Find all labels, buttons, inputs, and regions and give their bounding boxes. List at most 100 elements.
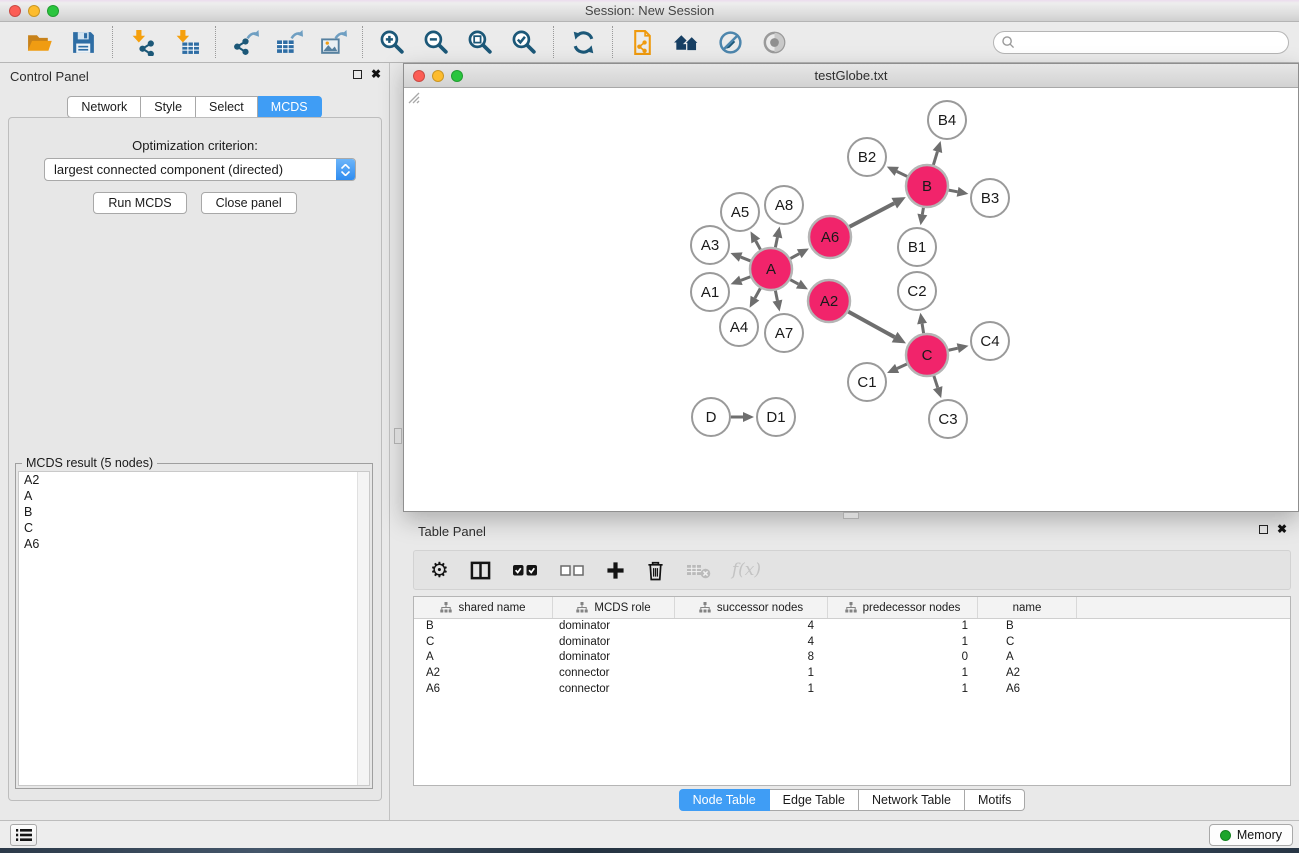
column-header-successor-nodes[interactable]: successor nodes — [675, 597, 828, 618]
graph-node-D1[interactable]: D1 — [757, 398, 795, 436]
graph-edge-A-A6[interactable] — [790, 248, 809, 258]
graph-node-D[interactable]: D — [692, 398, 730, 436]
graph-edge-C-C3[interactable] — [933, 376, 943, 398]
graph-node-B2[interactable]: B2 — [848, 138, 886, 176]
checked-boxes-button[interactable] — [512, 563, 539, 578]
graph-edge-A-A5[interactable] — [751, 231, 761, 249]
cell-MCDS-role[interactable]: dominator — [553, 635, 675, 651]
column-header-name[interactable]: name — [978, 597, 1077, 618]
tab-select[interactable]: Select — [196, 96, 258, 118]
table-row[interactable]: Cdominator41C — [414, 635, 1290, 651]
cell-predecessor-nodes[interactable]: 1 — [828, 635, 978, 651]
graph-node-C4[interactable]: C4 — [971, 322, 1009, 360]
graph-edge-A-A4[interactable] — [750, 288, 761, 307]
task-history-button[interactable] — [10, 824, 37, 846]
graph-edge-A-A7[interactable] — [773, 291, 783, 312]
tab-style[interactable]: Style — [141, 96, 196, 118]
cell-empty[interactable] — [1077, 635, 1290, 651]
column-header-shared-name[interactable]: shared name — [414, 597, 553, 618]
graph-node-A5[interactable]: A5 — [721, 193, 759, 231]
graph-edge-B-B4[interactable] — [933, 141, 943, 165]
result-list-item[interactable]: B — [19, 504, 369, 520]
close-panel-button[interactable]: Close panel — [201, 192, 297, 214]
column-header-predecessor-nodes[interactable]: predecessor nodes — [828, 597, 978, 618]
gear-button[interactable]: ⚙ — [430, 560, 449, 581]
pen-slash-button[interactable] — [711, 26, 749, 58]
cell-shared-name[interactable]: C — [414, 635, 553, 651]
import-network-button[interactable] — [123, 26, 161, 58]
graph-node-A4[interactable]: A4 — [720, 308, 758, 346]
zoom-fit-button[interactable] — [461, 26, 499, 58]
cell-empty[interactable] — [1077, 666, 1290, 682]
tab-motifs[interactable]: Motifs — [965, 789, 1025, 811]
criterion-dropdown[interactable]: largest connected component (directed) — [44, 158, 356, 181]
result-list-item[interactable]: A — [19, 488, 369, 504]
cell-predecessor-nodes[interactable]: 0 — [828, 650, 978, 666]
graph-edge-C-C1[interactable] — [887, 364, 907, 373]
float-table-panel-icon[interactable] — [1259, 525, 1268, 534]
graph-node-A8[interactable]: A8 — [765, 186, 803, 224]
search-box[interactable] — [993, 31, 1289, 54]
vertical-splitter-grip[interactable] — [394, 428, 402, 444]
close-panel-icon[interactable]: ✖ — [371, 69, 381, 80]
cell-predecessor-nodes[interactable]: 1 — [828, 682, 978, 698]
table-row[interactable]: Adominator80A — [414, 650, 1290, 666]
search-input[interactable] — [1016, 33, 1288, 52]
cell-MCDS-role[interactable]: dominator — [553, 619, 675, 635]
cell-successor-nodes[interactable]: 1 — [675, 666, 828, 682]
result-list-scrollbar[interactable] — [357, 472, 369, 785]
graph-edge-B-B3[interactable] — [949, 187, 969, 197]
cell-shared-name[interactable]: A2 — [414, 666, 553, 682]
graph-node-C3[interactable]: C3 — [929, 400, 967, 438]
cell-empty[interactable] — [1077, 619, 1290, 635]
table-row[interactable]: A6connector11A6 — [414, 682, 1290, 698]
export-table-button[interactable] — [270, 26, 308, 58]
cell-shared-name[interactable]: B — [414, 619, 553, 635]
cell-MCDS-role[interactable]: dominator — [553, 650, 675, 666]
graph-node-C2[interactable]: C2 — [898, 272, 936, 310]
cell-successor-nodes[interactable]: 8 — [675, 650, 828, 666]
table-row[interactable]: Bdominator41B — [414, 619, 1290, 635]
graph-node-A6[interactable]: A6 — [809, 216, 851, 258]
graph-edge-A6-B[interactable] — [849, 197, 905, 227]
tab-network-table[interactable]: Network Table — [859, 789, 965, 811]
cell-name[interactable]: B — [978, 619, 1077, 635]
save-button[interactable] — [64, 26, 102, 58]
graph-edge-A2-C[interactable] — [848, 312, 906, 344]
graph-edge-A-A8[interactable] — [773, 227, 783, 248]
run-mcds-button[interactable]: Run MCDS — [93, 192, 186, 214]
import-table-button[interactable] — [167, 26, 205, 58]
cell-MCDS-role[interactable]: connector — [553, 666, 675, 682]
unchecked-boxes-button[interactable] — [560, 564, 585, 577]
split-columns-button[interactable] — [470, 560, 491, 581]
cell-shared-name[interactable]: A6 — [414, 682, 553, 698]
plus-button[interactable] — [606, 561, 625, 580]
tab-mcds[interactable]: MCDS — [258, 96, 322, 118]
graph-node-B4[interactable]: B4 — [928, 101, 966, 139]
cell-successor-nodes[interactable]: 4 — [675, 635, 828, 651]
trash-button[interactable] — [646, 560, 665, 581]
graph-node-C1[interactable]: C1 — [848, 363, 886, 401]
graph-node-A7[interactable]: A7 — [765, 314, 803, 352]
cell-name[interactable]: C — [978, 635, 1077, 651]
cell-predecessor-nodes[interactable]: 1 — [828, 619, 978, 635]
zoom-selected-button[interactable] — [505, 26, 543, 58]
graph-node-B[interactable]: B — [906, 165, 948, 207]
cell-predecessor-nodes[interactable]: 1 — [828, 666, 978, 682]
zoom-in-button[interactable] — [373, 26, 411, 58]
eye-button[interactable] — [755, 26, 793, 58]
result-list-item[interactable]: A2 — [19, 472, 369, 488]
cell-successor-nodes[interactable]: 4 — [675, 619, 828, 635]
graph-edge-A-A2[interactable] — [790, 280, 808, 290]
window-resize-grip[interactable] — [404, 88, 421, 105]
graph-edge-C-C4[interactable] — [948, 343, 968, 353]
graph-edge-A-A3[interactable] — [730, 252, 750, 261]
double-home-button[interactable] — [667, 26, 705, 58]
network-canvas[interactable]: B4B2BB3A5A8A6B1A3AA1C2A2A4A7C4CC1C3DD1 — [404, 88, 1298, 511]
cell-MCDS-role[interactable]: connector — [553, 682, 675, 698]
result-list-item[interactable]: A6 — [19, 536, 369, 552]
refresh-button[interactable] — [564, 26, 602, 58]
cell-empty[interactable] — [1077, 682, 1290, 698]
document-network-button[interactable] — [623, 26, 661, 58]
export-network-button[interactable] — [226, 26, 264, 58]
